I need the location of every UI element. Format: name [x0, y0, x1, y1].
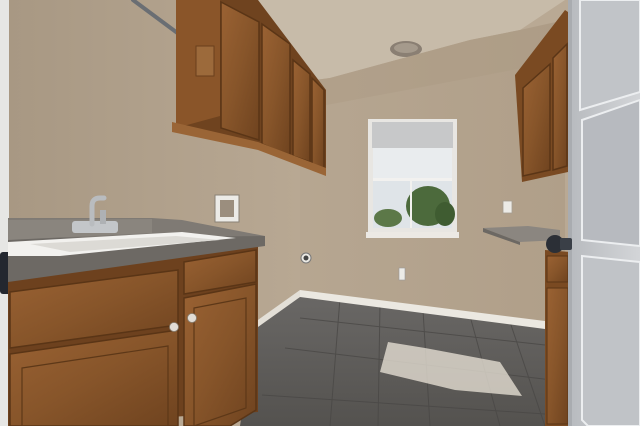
- right-lower-cabinet-door[interactable]: [546, 287, 569, 425]
- laundry-room-photo: [0, 0, 640, 426]
- window-blind: [372, 122, 453, 148]
- door-panel-middle: [581, 98, 640, 248]
- upper-cabinet-door-2[interactable]: [261, 22, 291, 158]
- upper-cabinet-door-3[interactable]: [292, 58, 311, 164]
- window: [366, 119, 459, 238]
- room-illustration: [0, 0, 640, 426]
- upper-cabinet-door-4[interactable]: [311, 76, 325, 172]
- electrical-outlet-icon: [502, 200, 513, 214]
- door-panel-upper: [579, 0, 640, 112]
- left-door-frame: [0, 0, 9, 426]
- right-lower-cabinet-drawer[interactable]: [546, 255, 569, 283]
- right-lower-cabinet[interactable]: [545, 250, 570, 426]
- cabinet-door-right[interactable]: [183, 283, 257, 426]
- upper-cabinet-door-1[interactable]: [220, 0, 260, 142]
- floor-outlet: [398, 267, 406, 281]
- right-upper-cabinet-door-2[interactable]: [552, 42, 568, 171]
- door-panel-lower: [581, 254, 640, 426]
- cabinet-knob-right[interactable]: [187, 313, 197, 323]
- cabinet-knob-left[interactable]: [169, 322, 179, 332]
